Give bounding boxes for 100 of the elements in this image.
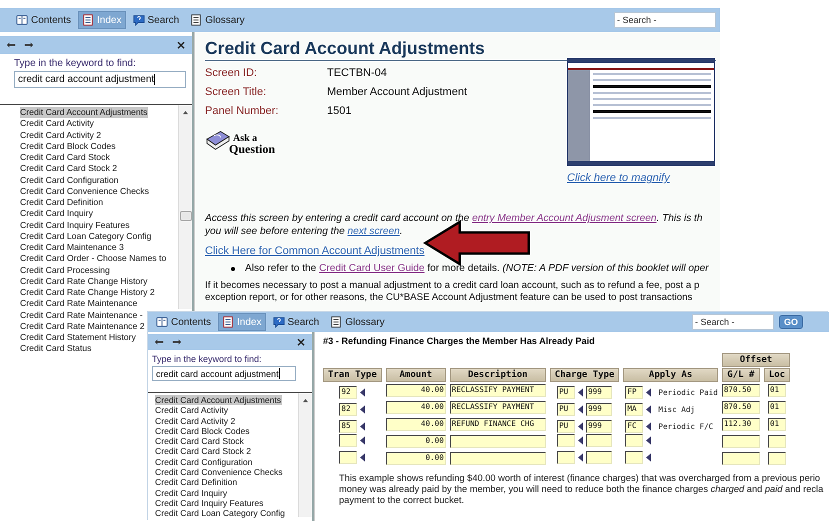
field-value: TECTBN-04 xyxy=(327,66,387,81)
forward-arrow-icon[interactable] xyxy=(24,41,34,49)
index-item[interactable]: Credit Card Inquiry Features xyxy=(20,220,131,231)
table-header: Amount xyxy=(386,368,446,382)
table-header: Description xyxy=(450,368,546,382)
bullet-text: Also refer to the Credit Card User Guide for more details. (NOTE: A PDF version of this booklet will oper xyxy=(245,263,709,274)
toolbar-tab[interactable]: Glossary xyxy=(326,313,389,331)
index-item[interactable]: Credit Card Card Stock 2 xyxy=(20,163,118,174)
close-button[interactable]: × xyxy=(176,39,186,51)
form-field xyxy=(557,451,576,464)
form-field xyxy=(625,451,644,464)
field-value: 1501 xyxy=(327,104,352,119)
screenshot-thumbnail[interactable] xyxy=(567,58,715,166)
index-item[interactable]: Credit Card Card Stock xyxy=(20,152,111,164)
document-icon xyxy=(330,316,342,328)
index-item[interactable]: Credit Card Loan Category Config xyxy=(20,230,152,242)
common-adjustments-link[interactable]: Click Here for Common Account Adjustments xyxy=(205,245,424,257)
form-field xyxy=(586,434,612,447)
index-item[interactable]: Credit Card Convenience Checks xyxy=(20,186,150,197)
toolbar-tab[interactable]: Contents xyxy=(152,313,216,331)
index-item[interactable]: Credit Card Activity 2 xyxy=(155,416,236,426)
index-item[interactable]: Credit Card Maintenance 3 xyxy=(20,242,125,254)
form-field xyxy=(339,434,358,447)
index-item[interactable]: Credit Card Loan Category Config xyxy=(155,508,286,519)
index-item[interactable]: Credit Card Statement History xyxy=(20,332,137,344)
toolbar-tab[interactable]: Contents xyxy=(12,11,76,29)
magnify-link[interactable]: Click here to magnify xyxy=(567,172,715,184)
toolbar-tab[interactable]: Glossary xyxy=(186,11,249,29)
section-title: #3 - Refunding Finance Charges the Member Has Already Paid xyxy=(323,336,596,346)
text-link[interactable]: entry Member Account Adjusment screen xyxy=(472,213,656,224)
text-link[interactable]: Credit Card User Guide xyxy=(319,263,425,274)
index-item[interactable]: Credit Card Rate Change History xyxy=(20,276,148,287)
table-header: G/L # xyxy=(722,368,760,382)
toolbar-tab[interactable]: Search xyxy=(128,11,184,29)
close-button[interactable]: × xyxy=(296,336,306,348)
keyword-field[interactable]: credit card account adjustment xyxy=(14,71,186,88)
index-item[interactable]: Credit Card Convenience Checks xyxy=(155,467,284,478)
form-field xyxy=(768,435,786,448)
index-item[interactable]: Credit Card Card Stock 2 xyxy=(155,446,252,457)
field-label: Screen Title: xyxy=(205,85,268,100)
help-bubble-icon xyxy=(132,14,144,26)
index-item[interactable]: Credit Card Inquiry xyxy=(20,208,94,220)
scrollbar[interactable] xyxy=(178,105,192,309)
list-icon xyxy=(222,316,234,328)
book-icon xyxy=(156,316,168,328)
table-header: Loc xyxy=(764,368,790,382)
toolbar-tab[interactable]: Search xyxy=(268,313,324,331)
index-item[interactable]: Credit Card Rate Maintenance - xyxy=(20,310,144,321)
index-item[interactable]: Credit Card Rate Maintenance 2 xyxy=(20,320,146,332)
index-item[interactable]: Credit Card Definition xyxy=(155,477,238,488)
keyword-field[interactable]: credit card account adjustment xyxy=(152,366,296,381)
index-item[interactable]: Credit Card Configuration xyxy=(20,174,120,186)
index-item[interactable]: Credit Card Rate Maintenance xyxy=(20,298,138,310)
back-arrow-icon[interactable] xyxy=(154,338,164,346)
body-paragraph: If it becomes necessary to post a manual adjustment to a credit card loan account, such as to refund a fee, post a p exception report, or for other reasons, the CU*BASE Account Adjustment feature can be used to post transactions xyxy=(205,280,700,304)
index-item[interactable]: Credit Card Inquiry xyxy=(155,488,228,498)
index-item[interactable]: Credit Card Block Codes xyxy=(155,426,251,436)
keyword-prompt: Type in the keyword to find: xyxy=(14,58,137,69)
index-item[interactable]: Credit Card Inquiry Features xyxy=(155,498,264,508)
index-item[interactable]: Credit Card Processing xyxy=(20,264,111,276)
form-field xyxy=(586,451,612,464)
scroll-up-icon[interactable] xyxy=(302,398,309,403)
form-field xyxy=(557,434,576,447)
list-icon xyxy=(82,14,94,26)
index-item[interactable]: Credit Card Status xyxy=(20,343,92,353)
form-field xyxy=(339,451,358,464)
index-item[interactable]: Credit Card Account Adjustments xyxy=(155,395,282,406)
table-header: Charge Type xyxy=(550,368,620,382)
form-field xyxy=(722,452,760,466)
help-bubble-icon xyxy=(272,316,284,328)
back-arrow-icon[interactable] xyxy=(6,41,16,49)
field-label: Panel Number: xyxy=(205,104,280,119)
scroll-thumb[interactable] xyxy=(180,211,192,221)
forward-arrow-icon[interactable] xyxy=(172,338,182,346)
search-field[interactable]: - Search - xyxy=(692,314,774,330)
text-link[interactable]: next screen xyxy=(348,226,400,237)
index-item[interactable]: Credit Card Activity xyxy=(20,118,95,130)
bullet-icon xyxy=(231,266,235,270)
table-header: Tran Type xyxy=(323,368,382,382)
search-field[interactable]: - Search - xyxy=(614,12,716,28)
table-header: Apply As xyxy=(623,368,718,382)
scroll-up-icon[interactable] xyxy=(182,110,189,115)
index-item[interactable]: Credit Card Rate Change History 2 xyxy=(20,287,156,298)
index-item[interactable]: Credit Card Definition xyxy=(20,197,104,208)
index-item[interactable]: Credit Card Card Stock xyxy=(155,436,245,446)
index-item[interactable]: Credit Card Order - Choose Names to xyxy=(20,253,168,264)
book-icon xyxy=(205,129,231,151)
index-item[interactable]: Credit Card Block Codes xyxy=(20,140,117,152)
body-paragraph: This example shows refunding $40.00 worth of interest (finance charges) that was overcharged from a previous perio money was already paid by the member, you will need to reduce both the finance charges charged and paid and recla payment to the correct bucket. xyxy=(339,473,824,506)
keyword-prompt: Type in the keyword to find: xyxy=(152,354,263,364)
index-item[interactable]: Credit Card Configuration xyxy=(155,456,254,468)
document-icon xyxy=(190,14,202,26)
index-item[interactable]: Credit Card Account Adjustments xyxy=(20,107,148,118)
field-value: Member Account Adjustment xyxy=(327,85,468,100)
scrollbar[interactable] xyxy=(298,393,312,517)
index-item[interactable]: Credit Card Activity xyxy=(155,405,230,416)
table-group-header: Offset xyxy=(722,353,790,367)
form-field xyxy=(768,452,786,466)
form-field xyxy=(625,434,644,447)
index-item[interactable]: Credit Card Activity 2 xyxy=(20,130,102,141)
